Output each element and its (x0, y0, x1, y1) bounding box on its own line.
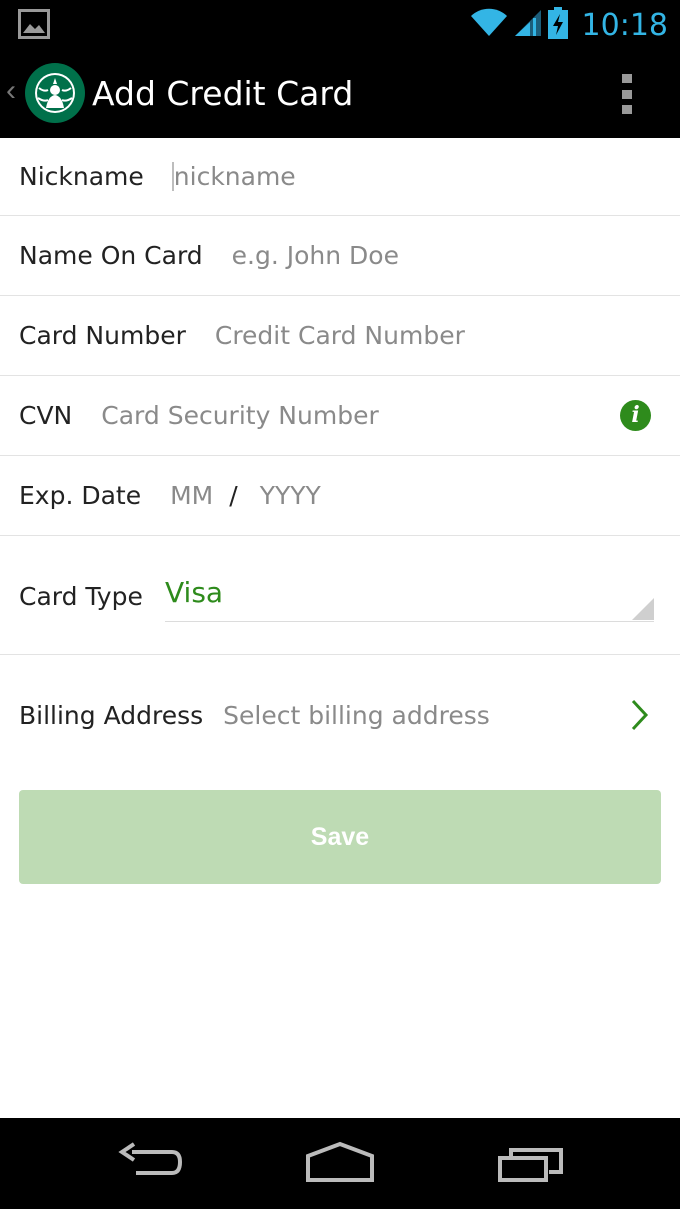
name-on-card-label: Name On Card (19, 241, 203, 270)
card-number-label: Card Number (19, 321, 186, 350)
nickname-input[interactable]: nickname (171, 162, 296, 191)
nickname-row: Nickname nickname (0, 138, 680, 216)
status-bar: 10:18 (0, 0, 680, 50)
name-on-card-input[interactable]: e.g. John Doe (232, 241, 399, 270)
nickname-label: Nickname (19, 162, 144, 191)
credit-card-form: Nickname nickname Name On Card e.g. John… (0, 138, 680, 775)
card-type-selected: Visa (165, 576, 224, 609)
exp-date-label: Exp. Date (19, 481, 142, 510)
billing-address-label: Billing Address (19, 700, 204, 730)
gallery-notification-icon (18, 9, 50, 44)
cvn-row: CVN Card Security Number i (0, 376, 680, 456)
cvn-input[interactable]: Card Security Number (101, 401, 378, 430)
card-number-input[interactable]: Credit Card Number (215, 321, 465, 350)
chevron-right-icon[interactable] (630, 698, 650, 732)
info-icon[interactable]: i (620, 400, 651, 431)
wifi-icon (470, 8, 508, 43)
exp-year-input[interactable]: YYYY (260, 481, 321, 510)
back-icon[interactable] (118, 1140, 184, 1189)
exp-month-input[interactable]: MM (170, 481, 213, 510)
starbucks-logo[interactable] (24, 62, 86, 124)
save-button[interactable]: Save (19, 790, 661, 884)
card-number-row: Card Number Credit Card Number (0, 296, 680, 376)
overflow-menu-icon[interactable] (612, 72, 642, 116)
battery-charging-icon (547, 6, 568, 44)
up-navigation-icon[interactable]: ‹ (6, 76, 16, 106)
card-type-label: Card Type (19, 581, 143, 611)
status-time: 10:18 (581, 7, 668, 43)
name-on-card-row: Name On Card e.g. John Doe (0, 216, 680, 296)
card-type-spinner[interactable]: Visa (165, 568, 654, 622)
navigation-bar (0, 1118, 680, 1209)
page-title: Add Credit Card (92, 74, 354, 113)
billing-address-value[interactable]: Select billing address (223, 701, 490, 730)
cvn-label: CVN (19, 401, 73, 430)
spinner-arrow-icon (632, 598, 654, 620)
action-bar: ‹ Add Credit Card (0, 50, 680, 138)
exp-date-row: Exp. Date MM / YYYY (0, 456, 680, 536)
card-type-row: Card Type Visa (0, 536, 680, 655)
signal-icon (514, 8, 542, 43)
home-icon[interactable] (305, 1140, 375, 1189)
status-icons: 10:18 (470, 0, 668, 50)
billing-address-row[interactable]: Billing Address Select billing address (0, 655, 680, 775)
exp-date-separator: / (229, 481, 238, 510)
recent-apps-icon[interactable] (497, 1140, 565, 1189)
